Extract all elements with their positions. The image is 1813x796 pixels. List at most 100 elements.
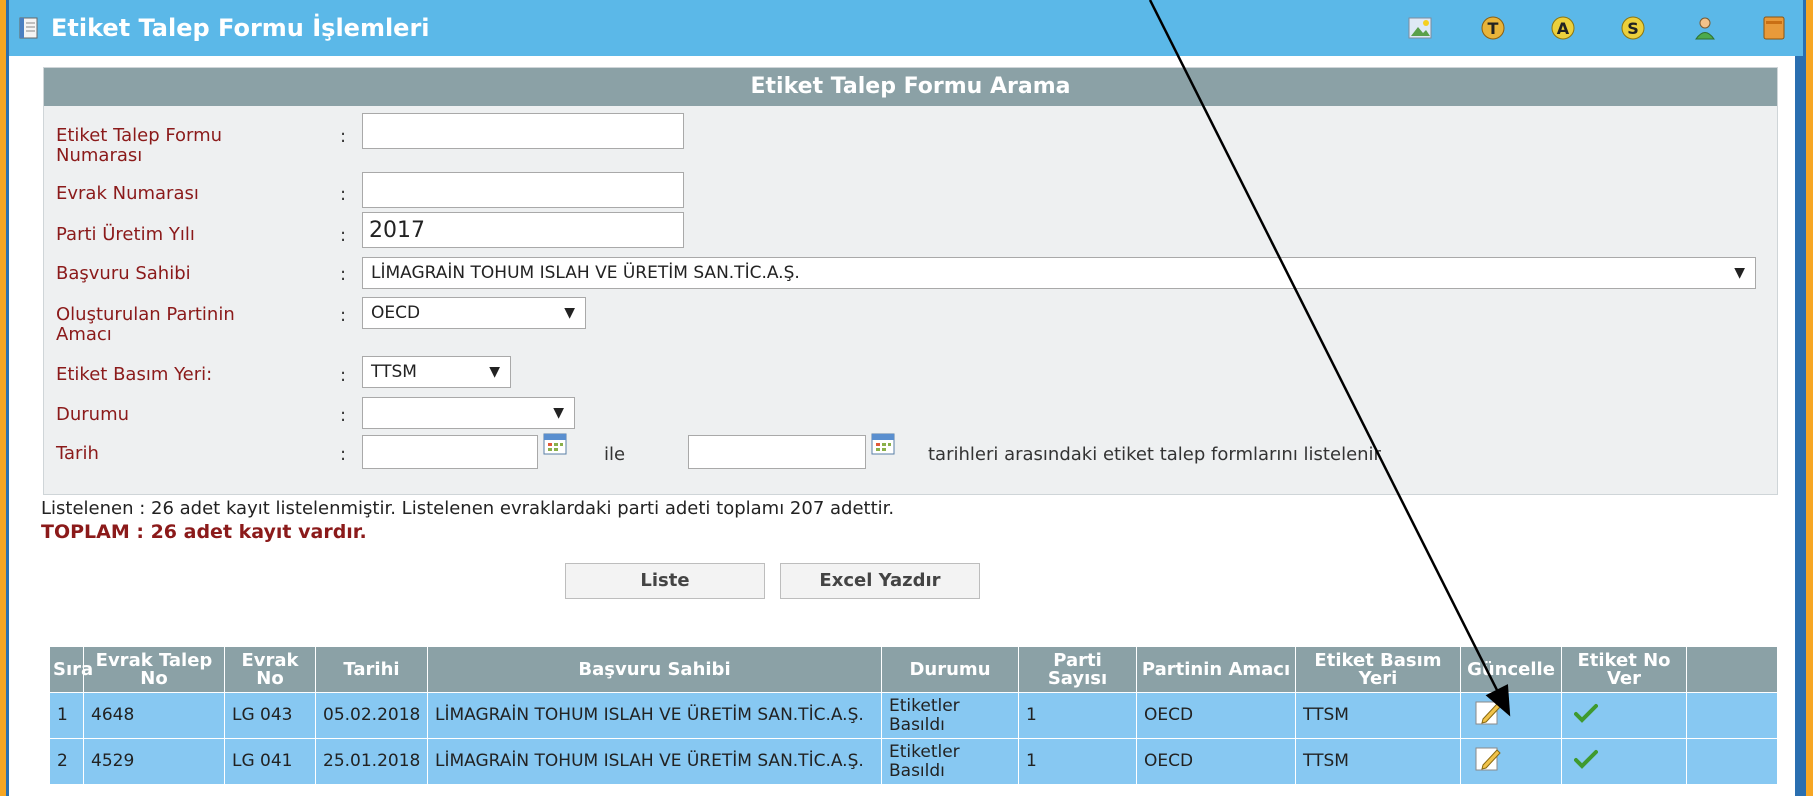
column-header[interactable]: Parti Sayısı [1018, 646, 1137, 693]
letter-t-icon[interactable]: T [1479, 14, 1507, 42]
cell-basvuru-sahibi: LİMAGRAİN TOHUM ISLAH VE ÜRETİM SAN.TİC.… [427, 692, 882, 739]
letter-a-icon[interactable]: A [1549, 14, 1577, 42]
search-panel-header: Etiket Talep Formu Arama [44, 68, 1777, 106]
checkmark-icon[interactable] [1574, 748, 1598, 770]
status-select[interactable]: ▼ [362, 397, 575, 429]
date-label: Tarih [56, 443, 99, 464]
list-button[interactable]: Liste [565, 563, 765, 599]
cell-empty [1686, 738, 1778, 785]
svg-text:T: T [1488, 19, 1499, 38]
form-number-input[interactable] [362, 113, 684, 149]
column-header: Etiket No Ver [1561, 646, 1687, 693]
evrak-number-input[interactable] [362, 172, 684, 208]
production-year-label: Parti Üretim Yılı [56, 224, 195, 245]
cell-parti-sayisi: 1 [1018, 738, 1137, 785]
calendar-icon[interactable] [542, 431, 568, 457]
cell-assign-label-no [1561, 738, 1687, 785]
window-title: Etiket Talep Formu İşlemleri [51, 14, 430, 42]
chevron-down-icon: ▼ [553, 405, 564, 421]
form-number-label: Etiket Talep Formu Numarası [56, 125, 223, 166]
evrak-number-label: Evrak Numarası [56, 183, 199, 204]
print-location-selected-value: TTSM [371, 362, 417, 382]
cell-basim-yeri: TTSM [1295, 692, 1461, 739]
cell-update [1460, 692, 1562, 739]
letter-s-icon[interactable]: S [1619, 14, 1647, 42]
date-from-input[interactable] [362, 435, 538, 469]
checkmark-icon[interactable] [1574, 702, 1598, 724]
cell-update [1460, 738, 1562, 785]
cell-amac: OECD [1136, 692, 1296, 739]
cell-talep-no: 4648 [83, 692, 225, 739]
production-year-input[interactable] [362, 212, 684, 248]
column-header[interactable]: Durumu [881, 646, 1019, 693]
applicant-selected-value: LİMAGRAİN TOHUM ISLAH VE ÜRETİM SAN.TİC.… [371, 263, 800, 283]
notebook-icon [19, 17, 38, 39]
print-location-label: Etiket Basım Yeri: [56, 364, 213, 385]
purpose-selected-value: OECD [371, 303, 421, 323]
cell-tarih: 25.01.2018 [315, 738, 428, 785]
colon: : [340, 405, 347, 426]
table-row[interactable]: 1 4648 LG 043 05.02.2018 LİMAGRAİN TOHUM… [49, 692, 1778, 739]
column-header: Güncelle [1460, 646, 1562, 693]
calendar-icon[interactable] [870, 431, 896, 457]
colon: : [340, 126, 347, 147]
results-table: Sıra Evrak Talep No Evrak No Tarihi Başv… [49, 646, 1778, 785]
applicant-select[interactable]: LİMAGRAİN TOHUM ISLAH VE ÜRETİM SAN.TİC.… [362, 257, 1756, 289]
chevron-down-icon: ▼ [489, 364, 500, 380]
colon: : [340, 305, 347, 326]
cell-basvuru-sahibi: LİMAGRAİN TOHUM ISLAH VE ÜRETİM SAN.TİC.… [427, 738, 882, 785]
cell-basim-yeri: TTSM [1295, 738, 1461, 785]
date-between-text: ile [604, 444, 626, 465]
column-header[interactable]: Başvuru Sahibi [427, 646, 882, 693]
picture-icon[interactable] [1406, 14, 1434, 42]
cell-amac: OECD [1136, 738, 1296, 785]
column-header[interactable]: Etiket Basım Yeri [1295, 646, 1461, 693]
cell-evrak-no: LG 043 [224, 692, 316, 739]
cell-tarih: 05.02.2018 [315, 692, 428, 739]
column-header[interactable]: Sıra [49, 646, 93, 693]
cell-empty [1686, 692, 1778, 739]
total-summary: TOPLAM : 26 adet kayıt vardır. [41, 521, 367, 543]
chevron-down-icon: ▼ [564, 305, 575, 321]
colon: : [340, 184, 347, 205]
table-header-row: Sıra Evrak Talep No Evrak No Tarihi Başv… [49, 646, 1778, 693]
print-location-select[interactable]: TTSM ▼ [362, 356, 511, 388]
date-range-hint: tarihleri arasındaki etiket talep formla… [928, 444, 1381, 465]
cell-evrak-no: LG 041 [224, 738, 316, 785]
date-to-input[interactable] [688, 435, 866, 469]
column-header [1686, 646, 1778, 693]
column-header[interactable]: Evrak No [224, 646, 316, 693]
svg-text:S: S [1627, 19, 1639, 38]
notepad-icon[interactable] [1760, 14, 1788, 42]
purpose-select[interactable]: OECD ▼ [362, 297, 586, 329]
applicant-label: Başvuru Sahibi [56, 263, 191, 284]
edit-icon[interactable] [1473, 744, 1503, 774]
chevron-down-icon: ▼ [1734, 265, 1745, 281]
column-header[interactable]: Evrak Talep No [83, 646, 225, 693]
search-panel: Etiket Talep Formu Arama Etiket Talep Fo… [43, 67, 1778, 495]
excel-print-button[interactable]: Excel Yazdır [780, 563, 980, 599]
column-header[interactable]: Partinin Amacı [1136, 646, 1296, 693]
table-row[interactable]: 2 4529 LG 041 25.01.2018 LİMAGRAİN TOHUM… [49, 738, 1778, 785]
user-icon[interactable] [1691, 14, 1719, 42]
colon: : [340, 264, 347, 285]
cell-parti-sayisi: 1 [1018, 692, 1137, 739]
edit-icon[interactable] [1473, 698, 1503, 728]
cell-durum: Etiketler Basıldı [881, 738, 1019, 785]
colon: : [340, 444, 347, 465]
status-label: Durumu [56, 404, 130, 425]
svg-text:A: A [1557, 19, 1570, 38]
colon: : [340, 365, 347, 386]
cell-assign-label-no [1561, 692, 1687, 739]
cell-sira: 1 [49, 692, 84, 739]
cell-talep-no: 4529 [83, 738, 225, 785]
column-header[interactable]: Tarihi [315, 646, 428, 693]
listed-summary: Listelenen : 26 adet kayıt listelenmişti… [41, 498, 895, 519]
app-window: Etiket Talep Formu İşlemleri T A S Etike… [6, 0, 1806, 796]
title-bar: Etiket Talep Formu İşlemleri T A S [9, 0, 1803, 56]
window-right-border [1795, 56, 1803, 796]
colon: : [340, 225, 347, 246]
cell-sira: 2 [49, 738, 84, 785]
purpose-label: Oluşturulan Partinin Amacı [56, 304, 235, 345]
cell-durum: Etiketler Basıldı [881, 692, 1019, 739]
